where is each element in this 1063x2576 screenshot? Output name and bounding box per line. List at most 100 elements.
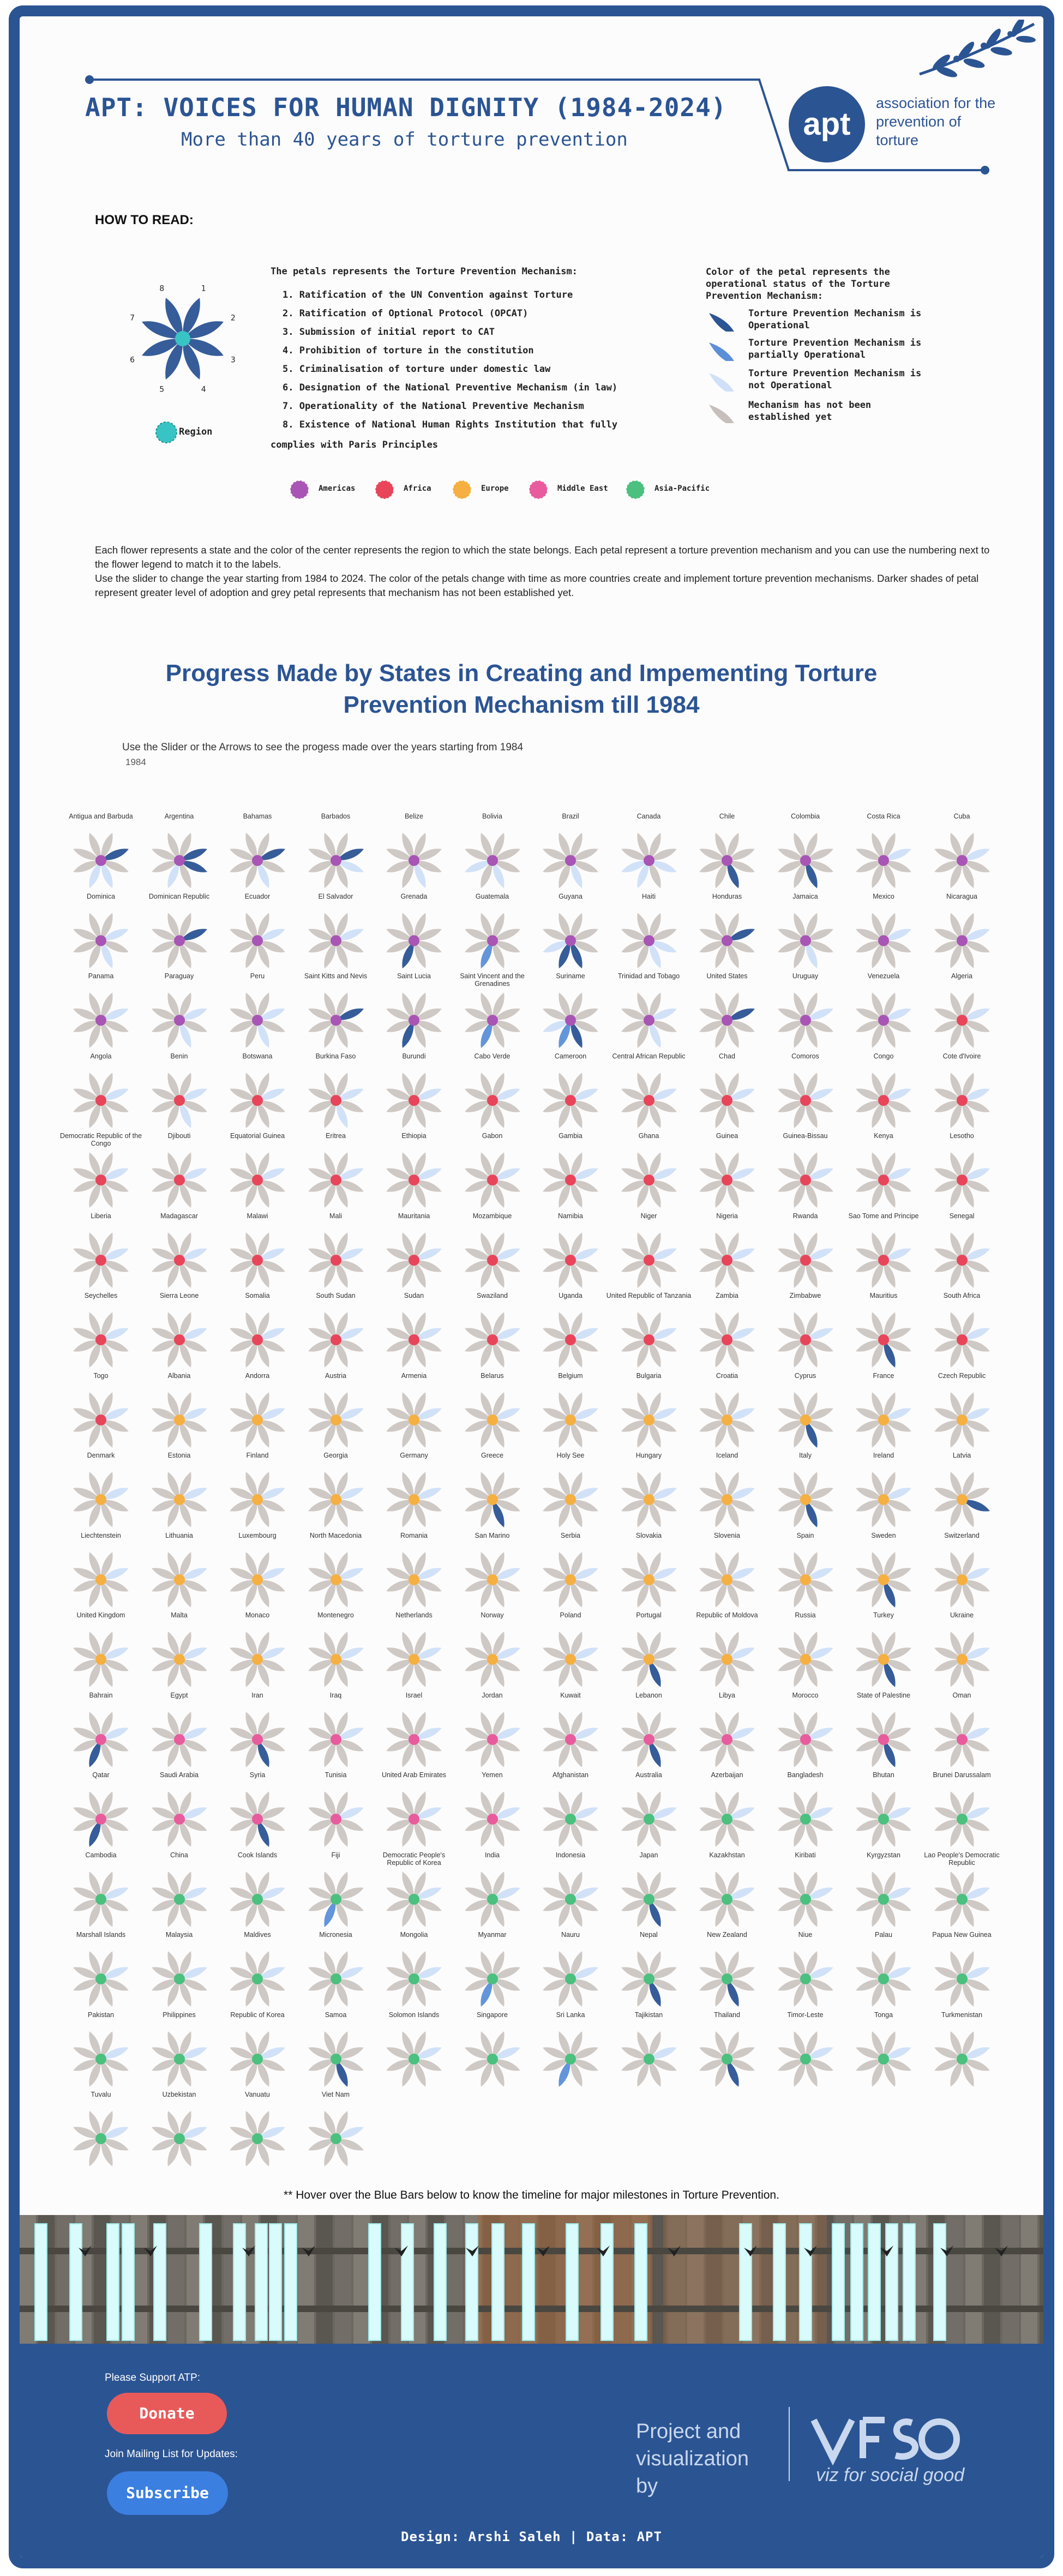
country-flower[interactable]: Portugal (610, 1611, 688, 1691)
country-flower[interactable]: Congo (845, 1052, 922, 1132)
country-flower[interactable]: Holy See (532, 1452, 609, 1531)
country-flower[interactable]: Republic of Moldova (688, 1611, 766, 1691)
country-flower[interactable]: Botswana (219, 1052, 296, 1132)
country-flower[interactable]: Singapore (454, 2011, 531, 2091)
country-flower[interactable]: Fiji (297, 1851, 375, 1931)
country-flower[interactable]: Kyrgyzstan (845, 1851, 922, 1931)
country-flower[interactable]: Saint Vincent and the Grenadines (454, 972, 531, 1052)
milestone-bar[interactable] (106, 2223, 119, 2341)
country-flower[interactable]: Poland (532, 1611, 609, 1691)
country-flower[interactable]: Uganda (532, 1292, 609, 1371)
country-flower[interactable]: Madagascar (141, 1212, 218, 1292)
country-flower[interactable]: Germany (375, 1452, 453, 1531)
country-flower[interactable]: Ukraine (923, 1611, 1001, 1691)
country-flower[interactable]: Iceland (688, 1452, 766, 1531)
country-flower[interactable]: Cambodia (62, 1851, 140, 1931)
milestone-bar[interactable] (69, 2223, 82, 2341)
country-flower[interactable]: Ethiopia (375, 1132, 453, 1212)
country-flower[interactable]: Syria (219, 1771, 296, 1851)
country-flower[interactable]: Burundi (375, 1052, 453, 1132)
country-flower[interactable]: Saint Lucia (375, 972, 453, 1052)
country-flower[interactable]: Senegal (923, 1212, 1001, 1292)
country-flower[interactable]: Croatia (688, 1372, 766, 1452)
country-flower[interactable]: Australia (610, 1771, 688, 1851)
country-flower[interactable]: United Arab Emirates (375, 1771, 453, 1851)
country-flower[interactable]: Greece (454, 1452, 531, 1531)
country-flower[interactable]: Lebanon (610, 1692, 688, 1771)
country-flower[interactable]: Nauru (532, 1931, 609, 2011)
country-flower[interactable]: Philippines (141, 2011, 218, 2091)
milestone-bar[interactable] (434, 2223, 447, 2341)
country-flower[interactable]: Bahamas (219, 812, 296, 892)
milestone-bar[interactable] (903, 2223, 916, 2341)
country-flower[interactable]: Central African Republic (610, 1052, 688, 1132)
country-flower[interactable]: Guatemala (454, 893, 531, 972)
country-flower[interactable]: Chile (688, 812, 766, 892)
country-flower[interactable]: Bahrain (62, 1692, 140, 1771)
country-flower[interactable]: Seychelles (62, 1292, 140, 1371)
country-flower[interactable]: Viet Nam (297, 2091, 375, 2170)
milestone-bar[interactable] (885, 2223, 898, 2341)
country-flower[interactable]: Indonesia (532, 1851, 609, 1931)
country-flower[interactable]: Bulgaria (610, 1372, 688, 1452)
year-slider[interactable]: 1984 (125, 757, 146, 768)
country-flower[interactable]: Niger (610, 1212, 688, 1292)
country-flower[interactable]: Haiti (610, 893, 688, 972)
milestone-bar[interactable] (799, 2223, 812, 2341)
country-flower[interactable]: Albania (141, 1372, 218, 1452)
country-flower[interactable]: Angola (62, 1052, 140, 1132)
country-flower[interactable]: Switzerland (923, 1532, 1001, 1611)
country-flower[interactable]: Belarus (454, 1372, 531, 1452)
country-flower[interactable]: Netherlands (375, 1611, 453, 1691)
milestone-bar[interactable] (122, 2223, 135, 2341)
country-flower[interactable]: Uzbekistan (141, 2091, 218, 2170)
country-flower[interactable]: Canada (610, 812, 688, 892)
country-flower[interactable]: Marshall Islands (62, 1931, 140, 2011)
country-flower[interactable]: Pakistan (62, 2011, 140, 2091)
country-flower[interactable]: Liberia (62, 1212, 140, 1292)
timeline-strip[interactable] (20, 2215, 1043, 2344)
country-flower[interactable]: Ecuador (219, 893, 296, 972)
country-flower[interactable]: China (141, 1851, 218, 1931)
country-flower[interactable]: Peru (219, 972, 296, 1052)
country-flower[interactable]: Uruguay (767, 972, 844, 1052)
country-flower[interactable]: Nicaragua (923, 893, 1001, 972)
milestone-bar[interactable] (465, 2223, 478, 2341)
milestone-bar[interactable] (634, 2223, 647, 2341)
milestone-bar[interactable] (233, 2223, 246, 2341)
country-flower[interactable]: Honduras (688, 893, 766, 972)
country-flower[interactable]: Colombia (767, 812, 844, 892)
country-flower[interactable]: Tuvalu (62, 2091, 140, 2170)
country-flower[interactable]: Slovakia (610, 1532, 688, 1611)
country-flower[interactable]: Azerbaijan (688, 1771, 766, 1851)
country-flower[interactable]: Monaco (219, 1611, 296, 1691)
country-flower[interactable]: Spain (767, 1532, 844, 1611)
milestone-bar[interactable] (401, 2223, 414, 2341)
country-flower[interactable]: Djibouti (141, 1132, 218, 1212)
country-flower[interactable]: India (454, 1851, 531, 1931)
country-flower[interactable]: Democratic Republic of the Congo (60, 1132, 142, 1212)
country-flower[interactable]: Yemen (454, 1771, 531, 1851)
country-flower[interactable]: Samoa (297, 2011, 375, 2091)
country-flower[interactable]: Vanuatu (219, 2091, 296, 2170)
country-flower[interactable]: Czech Republic (923, 1372, 1001, 1452)
country-flower[interactable]: Kiribati (767, 1851, 844, 1931)
country-flower[interactable]: Maldives (219, 1931, 296, 2011)
country-flower[interactable]: Belize (375, 812, 453, 892)
country-flower[interactable]: Trinidad and Tobago (610, 972, 688, 1052)
country-flower[interactable]: Mauritania (375, 1212, 453, 1292)
country-flower[interactable]: Dominican Republic (141, 893, 218, 972)
country-flower[interactable]: Micronesia (297, 1931, 375, 2011)
country-flower[interactable]: Guinea (688, 1132, 766, 1212)
country-flower[interactable]: North Macedonia (297, 1532, 375, 1611)
milestone-bar[interactable] (850, 2223, 863, 2341)
country-flower[interactable]: Luxembourg (219, 1532, 296, 1611)
milestone-bar[interactable] (600, 2223, 614, 2341)
country-flower[interactable]: Saudi Arabia (141, 1771, 218, 1851)
milestone-bar[interactable] (284, 2223, 297, 2341)
country-flower[interactable]: Oman (923, 1692, 1001, 1771)
country-flower[interactable]: Lao People's Democratic Republic (923, 1851, 1001, 1931)
country-flower[interactable]: Kazakhstan (688, 1851, 766, 1931)
country-flower[interactable]: Algeria (923, 972, 1001, 1052)
country-flower[interactable]: Cuba (923, 812, 1001, 892)
